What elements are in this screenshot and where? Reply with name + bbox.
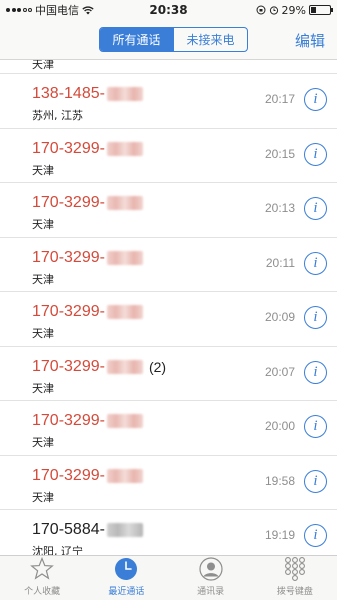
- call-location: 苏州, 江苏: [32, 109, 83, 122]
- call-row[interactable]: 170-3299- 天津 20:00 i: [0, 401, 337, 456]
- call-filter-segmented-control: 所有通话 未接来电: [99, 27, 248, 52]
- status-time: 20:38: [149, 3, 188, 17]
- status-bar: 中国电信 20:38 29%: [0, 0, 337, 20]
- call-location: 天津: [32, 163, 54, 177]
- call-location: 天津: [32, 272, 54, 286]
- call-time: 20:11: [265, 255, 295, 270]
- segment-all-calls[interactable]: 所有通话: [100, 28, 173, 51]
- redacted-digits: [106, 87, 143, 101]
- redacted-digits: [106, 196, 143, 210]
- call-location: 天津: [32, 436, 54, 449]
- tab-label: 通讯录: [197, 587, 225, 597]
- call-location: 沈阳, 辽宁: [32, 545, 83, 555]
- redacted-digits: [106, 359, 143, 374]
- phone-number-text: 170-3299-: [32, 412, 105, 429]
- tab-label: 最近通话: [108, 587, 145, 597]
- tab-label: 个人收藏: [24, 587, 61, 597]
- call-number: 170-5884-: [32, 521, 143, 539]
- edit-button[interactable]: 编辑: [295, 30, 325, 51]
- phone-number-text: 170-3299-: [32, 466, 105, 484]
- phone-number-text: 170-5884-: [32, 521, 105, 538]
- call-row[interactable]: 170-3299- 天津 20:13 i: [0, 183, 337, 238]
- tab-contacts[interactable]: 通讯录: [169, 556, 253, 600]
- redacted-digits: [106, 250, 143, 265]
- battery-icon: [309, 5, 333, 15]
- info-icon[interactable]: i: [304, 88, 327, 111]
- call-row[interactable]: 170-3299- (2) 天津 20:07 i: [0, 346, 337, 401]
- call-row[interactable]: 170-5884- 沈阳, 辽宁 19:19 i: [0, 510, 337, 555]
- call-row[interactable]: 170-3299- 天津 20:15 i: [0, 128, 337, 183]
- info-icon[interactable]: i: [304, 360, 327, 384]
- phone-number-text: 170-3299-: [32, 357, 105, 375]
- call-row[interactable]: 170-3299- 天津 19:58 i: [0, 455, 337, 510]
- call-row[interactable]: 138-1485- 苏州, 江苏 20:17 i: [0, 74, 337, 129]
- call-time: 20:00: [264, 419, 295, 433]
- info-icon[interactable]: i: [304, 197, 327, 220]
- call-time: 20:15: [264, 146, 295, 161]
- call-time: 20:07: [264, 364, 295, 379]
- tab-bar: 个人收藏 最近通话 通讯录 拨号键盘: [0, 555, 337, 600]
- info-icon[interactable]: i: [304, 251, 327, 275]
- keypad-icon: [284, 557, 305, 581]
- info-icon[interactable]: i: [304, 142, 327, 166]
- info-icon[interactable]: i: [304, 306, 327, 329]
- star-icon: [30, 556, 55, 580]
- navigation-bar: 所有通话 未接来电 编辑: [0, 20, 337, 60]
- call-time: 20:13: [264, 201, 295, 215]
- redacted-digits: [106, 468, 143, 483]
- call-location: 天津: [32, 381, 54, 395]
- phone-number-text: 138-1485-: [32, 85, 105, 102]
- call-number: 170-3299-: [32, 140, 143, 158]
- tab-keypad[interactable]: 拨号键盘: [253, 556, 337, 600]
- list-item-partial[interactable]: 天津: [0, 60, 337, 74]
- call-number: 138-1485-: [32, 85, 143, 103]
- call-number: 170-3299-: [32, 467, 143, 485]
- tab-favorites[interactable]: 个人收藏: [0, 556, 84, 600]
- call-time: 19:58: [264, 473, 295, 488]
- contacts-icon: [199, 557, 223, 581]
- tab-recents[interactable]: 最近通话: [84, 556, 168, 600]
- phone-number-text: 170-3299-: [32, 139, 105, 157]
- phone-number-text: 170-3299-: [32, 194, 105, 211]
- call-time: 20:17: [264, 92, 295, 106]
- call-number: 170-3299-: [32, 303, 143, 321]
- call-location: 天津: [32, 60, 54, 71]
- call-count: (2): [148, 358, 167, 375]
- call-location: 天津: [32, 327, 54, 340]
- call-number: 170-3299- (2): [32, 358, 166, 376]
- info-icon[interactable]: i: [304, 524, 327, 547]
- redacted-digits: [106, 414, 143, 428]
- redacted-digits: [106, 523, 143, 537]
- info-icon[interactable]: i: [304, 415, 327, 438]
- phone-number-text: 170-3299-: [32, 303, 105, 320]
- call-row[interactable]: 170-3299- 天津 20:09 i: [0, 292, 337, 347]
- tab-label: 拨号键盘: [276, 587, 313, 597]
- call-number: 170-3299-: [32, 194, 143, 212]
- segment-missed-calls[interactable]: 未接来电: [173, 28, 247, 51]
- phone-number-text: 170-3299-: [32, 248, 105, 266]
- call-location: 天津: [32, 218, 54, 231]
- info-icon[interactable]: i: [304, 469, 327, 493]
- redacted-digits: [106, 305, 143, 319]
- call-number: 170-3299-: [32, 249, 143, 267]
- call-time: 20:09: [264, 310, 295, 324]
- recent-calls-list[interactable]: 天津 138-1485- 苏州, 江苏 20:17 i 170-3299- 天津 20:15…: [0, 60, 337, 555]
- clock-icon: [115, 558, 138, 580]
- call-number: 170-3299-: [32, 412, 143, 430]
- redacted-digits: [106, 141, 143, 156]
- call-row[interactable]: 170-3299- 天津 20:11 i: [0, 237, 337, 292]
- call-location: 天津: [32, 490, 54, 504]
- call-time: 19:19: [264, 528, 295, 542]
